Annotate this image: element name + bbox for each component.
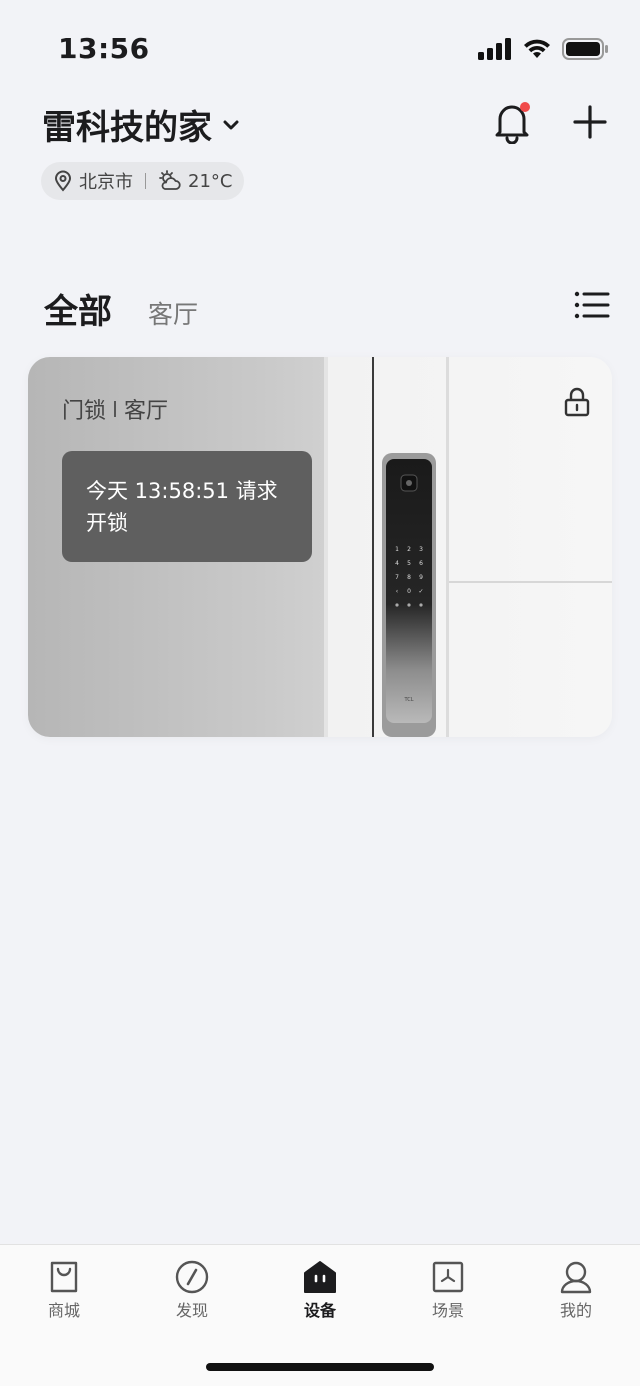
add-button[interactable] xyxy=(570,100,610,144)
smart-lock-illustration: 1 2 3 4 5 6 7 8 9 ‹ 0 ✓ TCL xyxy=(382,453,436,737)
notification-button[interactable] xyxy=(492,100,532,145)
nav-label: 场景 xyxy=(431,1301,464,1320)
nav-item-profile[interactable]: 我的 xyxy=(512,1259,640,1321)
home-title: 雷科技的家 xyxy=(42,108,212,148)
status-bar: 13:56 xyxy=(0,0,640,100)
room-tabs: 全部 客厅 xyxy=(44,284,198,333)
device-label: 门锁 客厅 xyxy=(62,393,168,425)
status-time: 13:56 xyxy=(58,32,150,65)
nav-item-discover[interactable]: 发现 xyxy=(128,1259,256,1321)
svg-text:5: 5 xyxy=(407,560,411,567)
city-name: 北京市 xyxy=(79,172,133,193)
brand-mark: TCL xyxy=(403,697,413,703)
bottom-navigation: 商城 发现 设备 场景 我的 xyxy=(0,1244,640,1386)
nav-label: 发现 xyxy=(175,1301,208,1320)
device-home-icon xyxy=(304,1261,336,1293)
pill-divider xyxy=(145,173,146,189)
plus-icon xyxy=(573,105,607,139)
shopping-bag-icon xyxy=(50,1261,78,1293)
label-divider xyxy=(114,401,117,417)
door-frame-line xyxy=(372,357,374,737)
device-type: 门锁 xyxy=(62,399,107,424)
tab-living-room[interactable]: 客厅 xyxy=(148,295,198,331)
door-panel-line xyxy=(449,581,612,583)
cellular-signal-icon xyxy=(478,38,511,60)
svg-text:9: 9 xyxy=(419,574,423,581)
nav-item-devices[interactable]: 设备 xyxy=(256,1259,384,1321)
svg-text:1: 1 xyxy=(395,546,399,553)
unlock-request-message: 今天 13:58:51 请求开锁 xyxy=(62,451,312,562)
svg-text:2: 2 xyxy=(407,546,411,553)
svg-text:3: 3 xyxy=(419,546,423,553)
tab-all[interactable]: 全部 xyxy=(44,284,112,333)
profile-icon xyxy=(560,1261,592,1294)
chevron-down-icon xyxy=(223,120,239,129)
nav-label: 商城 xyxy=(47,1301,80,1320)
status-icons xyxy=(478,38,608,60)
home-selector[interactable]: 雷科技的家 xyxy=(42,100,240,149)
compass-icon xyxy=(175,1260,209,1294)
battery-icon xyxy=(562,38,608,60)
nav-label: 设备 xyxy=(303,1301,336,1320)
header-actions xyxy=(492,100,610,145)
svg-text:7: 7 xyxy=(395,574,399,581)
temperature: 21°C xyxy=(188,170,233,192)
svg-text:4: 4 xyxy=(395,560,399,567)
location-pin-icon xyxy=(54,170,72,192)
notification-dot xyxy=(520,102,530,112)
partly-cloudy-icon xyxy=(159,170,181,190)
door-frame-line xyxy=(446,357,449,737)
svg-text:8: 8 xyxy=(407,574,411,581)
door-edge xyxy=(324,357,328,737)
nav-item-scenes[interactable]: 场景 xyxy=(384,1259,512,1321)
svg-text:0: 0 xyxy=(407,588,411,595)
svg-text:6: 6 xyxy=(419,560,423,567)
device-room: 客厅 xyxy=(124,399,169,424)
location-weather-pill[interactable]: 北京市 21°C xyxy=(41,162,245,200)
nav-label: 我的 xyxy=(559,1301,592,1320)
nav-item-store[interactable]: 商城 xyxy=(0,1259,128,1321)
door-lock-card[interactable]: 门锁 客厅 今天 13:58:51 请求开锁 1 2 3 4 5 6 7 8 9… xyxy=(28,357,612,737)
wifi-icon xyxy=(524,39,550,58)
scene-icon xyxy=(432,1261,464,1293)
svg-text:‹: ‹ xyxy=(396,588,398,595)
app-screen: 13:56 雷科技的家 北京市 21°C 全部 客厅 门锁 客厅 今天 13:5… xyxy=(0,0,640,1386)
svg-text:✓: ✓ xyxy=(418,588,423,595)
home-indicator[interactable] xyxy=(206,1363,434,1371)
list-view-icon[interactable] xyxy=(574,290,610,320)
lock-icon[interactable] xyxy=(564,387,590,417)
